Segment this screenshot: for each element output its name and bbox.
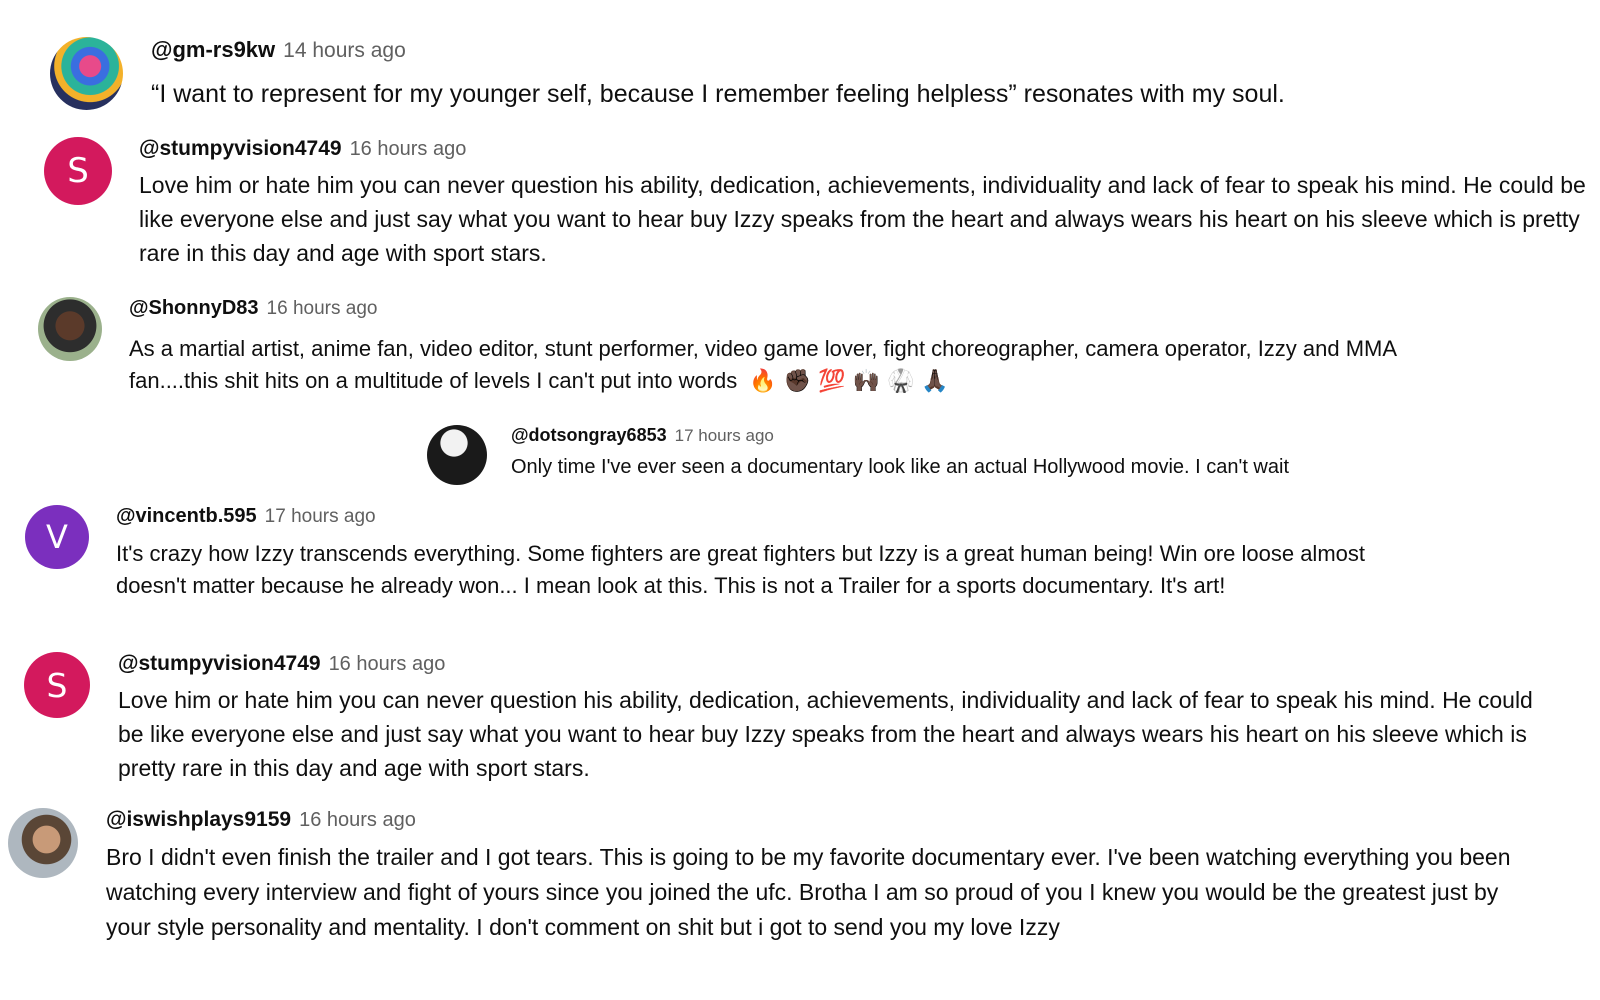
avatar[interactable]: S [44,137,112,205]
comment: @iswishplays9159 16 hours ago Bro I didn… [8,808,1578,945]
comment: S @stumpyvision4749 16 hours ago Love hi… [44,137,1594,270]
comment-author[interactable]: @iswishplays9159 [106,808,291,832]
person-cap-avatar[interactable] [427,425,487,485]
comment-timestamp[interactable]: 16 hours ago [350,138,467,161]
person-photo-avatar[interactable] [38,297,102,361]
comment-text: Love him or hate him you can never quest… [118,687,1533,781]
person-glasses-avatar[interactable] [8,808,78,878]
comment-text: Bro I didn't even finish the trailer and… [106,844,1511,940]
comment-author[interactable]: @stumpyvision4749 [118,652,321,676]
comment-text: “I want to represent for my younger self… [151,80,1285,108]
comment-timestamp[interactable]: 14 hours ago [283,39,406,63]
comment: @ShonnyD83 16 hours ago As a martial art… [38,297,1458,398]
avatar-letter: S [46,665,68,705]
comment-author[interactable]: @stumpyvision4749 [139,137,342,161]
comment-timestamp[interactable]: 16 hours ago [299,809,416,832]
comment-author[interactable]: @vincentb.595 [116,505,257,528]
avatar[interactable]: S [24,652,90,718]
comment-text: As a martial artist, anime fan, video ed… [129,333,1429,398]
avatar-letter: S [67,151,89,191]
comment: V @vincentb.595 17 hours ago It's crazy … [25,505,1475,602]
comment-text: Only time I've ever seen a documentary l… [511,456,1289,478]
comment-timestamp[interactable]: 16 hours ago [267,298,378,320]
psychedelic-art-avatar[interactable] [50,37,123,110]
avatar[interactable]: V [25,505,89,569]
emoji-reactions: 🔥 ✊🏿 💯 🙌🏿 🥋 🙏🏿 [749,369,949,394]
comment-author[interactable]: @ShonnyD83 [129,297,259,320]
comment-text: It's crazy how Izzy transcends everythin… [116,541,1365,598]
comment-timestamp[interactable]: 16 hours ago [329,653,446,676]
comment-text: Love him or hate him you can never quest… [139,172,1586,266]
avatar-letter: V [46,518,68,556]
comment: @gm-rs9kw 14 hours ago “I want to repres… [50,37,1450,111]
comment-timestamp[interactable]: 17 hours ago [675,426,774,446]
comment-timestamp[interactable]: 17 hours ago [265,506,376,528]
comment: S @stumpyvision4749 16 hours ago Love hi… [24,652,1574,785]
comment: @dotsongray6853 17 hours ago Only time I… [427,425,1427,485]
comment-author[interactable]: @dotsongray6853 [511,425,667,446]
comment-author[interactable]: @gm-rs9kw [151,37,275,63]
